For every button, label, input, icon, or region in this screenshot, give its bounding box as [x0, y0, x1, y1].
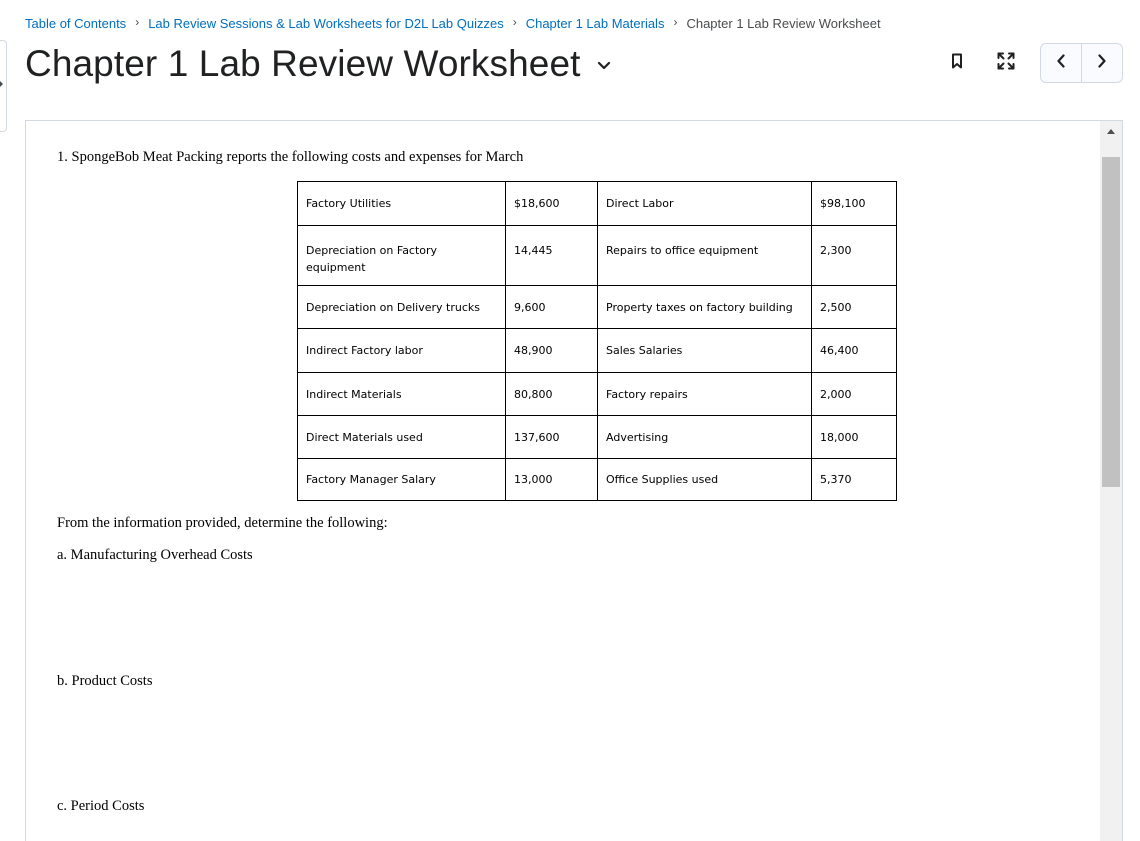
scrollbar-thumb[interactable] [1102, 157, 1120, 487]
topic-navigation [1040, 43, 1123, 83]
cost-item-amount: 2,500 [811, 285, 897, 329]
chevron-left-icon [1056, 53, 1066, 73]
cost-table: Factory Utilities $18,600 Direct Labor $98,… [297, 181, 897, 501]
breadcrumb-separator: › [512, 15, 517, 29]
cost-item-amount: 46,400 [811, 328, 897, 373]
table-row: Indirect Factory labor 48,900 Sales Salari… [297, 328, 897, 373]
cost-item-amount: 13,000 [505, 458, 598, 501]
next-topic-button[interactable] [1081, 44, 1122, 82]
bookmark-button[interactable] [944, 50, 970, 76]
cost-item-amount: 14,445 [505, 225, 598, 286]
document-viewer: 1. SpongeBob Meat Packing reports the fo… [25, 120, 1123, 841]
previous-topic-button[interactable] [1041, 44, 1081, 82]
chevron-right-icon [1097, 53, 1107, 73]
breadcrumb-separator: › [135, 15, 140, 29]
fullscreen-icon [997, 52, 1015, 75]
table-row: Factory Manager Salary 13,000 Office Suppl… [297, 458, 897, 501]
cost-item-amount: $98,100 [811, 181, 897, 226]
cost-item-amount: 137,600 [505, 415, 598, 459]
cost-item-amount: 2,000 [811, 372, 897, 416]
cost-item-label: Sales Salaries [597, 328, 812, 373]
cost-item-label: Factory Utilities [297, 181, 506, 226]
document-page: 1. SpongeBob Meat Packing reports the fo… [26, 121, 1100, 841]
cost-item-label: Depreciation on Delivery trucks [297, 285, 506, 329]
breadcrumb-lab-review-sessions[interactable]: Lab Review Sessions & Lab Worksheets for… [148, 16, 504, 31]
table-row: Depreciation on Factory equipment 14,445 R… [297, 225, 897, 286]
breadcrumb-table-of-contents[interactable]: Table of Contents [25, 16, 126, 31]
breadcrumb-current: Chapter 1 Lab Review Worksheet [686, 15, 881, 31]
scroll-up-button[interactable] [1100, 121, 1122, 141]
cost-item-label: Depreciation on Factory equipment [297, 225, 506, 286]
cost-item-amount: 80,800 [505, 372, 598, 416]
breadcrumb-separator: › [673, 15, 678, 29]
breadcrumb-chapter-1-lab-materials[interactable]: Chapter 1 Lab Materials [526, 16, 665, 31]
cost-item-label: Factory Manager Salary [297, 458, 506, 501]
table-row: Factory Utilities $18,600 Direct Labor $98,… [297, 181, 897, 226]
cost-item-label: Office Supplies used [597, 458, 812, 501]
triangle-up-icon [1106, 122, 1116, 140]
expand-arrow-icon [0, 80, 3, 88]
cost-item-amount: 2,300 [811, 225, 897, 286]
part-b-label: b. Product Costs [57, 673, 153, 689]
page-title-dropdown[interactable]: Chapter 1 Lab Review Worksheet [25, 40, 611, 88]
cost-item-amount: 5,370 [811, 458, 897, 501]
cost-item-amount: 48,900 [505, 328, 598, 373]
fullscreen-button[interactable] [992, 50, 1020, 76]
part-a-label: a. Manufacturing Overhead Costs [57, 547, 253, 563]
cost-item-label: Advertising [597, 415, 812, 459]
chevron-down-icon [597, 58, 611, 76]
bookmark-icon [951, 53, 963, 74]
instruction-text: From the information provided, determine… [57, 515, 388, 531]
page-title: Chapter 1 Lab Review Worksheet [25, 43, 581, 84]
cost-item-amount: 9,600 [505, 285, 598, 329]
cost-item-label: Direct Materials used [297, 415, 506, 459]
cost-item-label: Indirect Materials [297, 372, 506, 416]
cost-item-label: Property taxes on factory building [597, 285, 812, 329]
part-c-label: c. Period Costs [57, 798, 145, 814]
cost-item-label: Indirect Factory labor [297, 328, 506, 373]
table-row: Direct Materials used 137,600 Advertising 1… [297, 415, 897, 459]
cost-item-label: Factory repairs [597, 372, 812, 416]
cost-item-amount: $18,600 [505, 181, 598, 226]
table-row: Depreciation on Delivery trucks 9,600 Prop… [297, 285, 897, 329]
breadcrumb: Table of Contents › Lab Review Sessions … [25, 15, 881, 31]
table-row: Indirect Materials 80,800 Factory repairs 2… [297, 372, 897, 416]
cost-item-amount: 18,000 [811, 415, 897, 459]
question-text: 1. SpongeBob Meat Packing reports the fo… [57, 149, 524, 165]
vertical-scrollbar[interactable] [1100, 121, 1122, 841]
cost-item-label: Repairs to office equipment [597, 225, 812, 286]
cost-item-label: Direct Labor [597, 181, 812, 226]
